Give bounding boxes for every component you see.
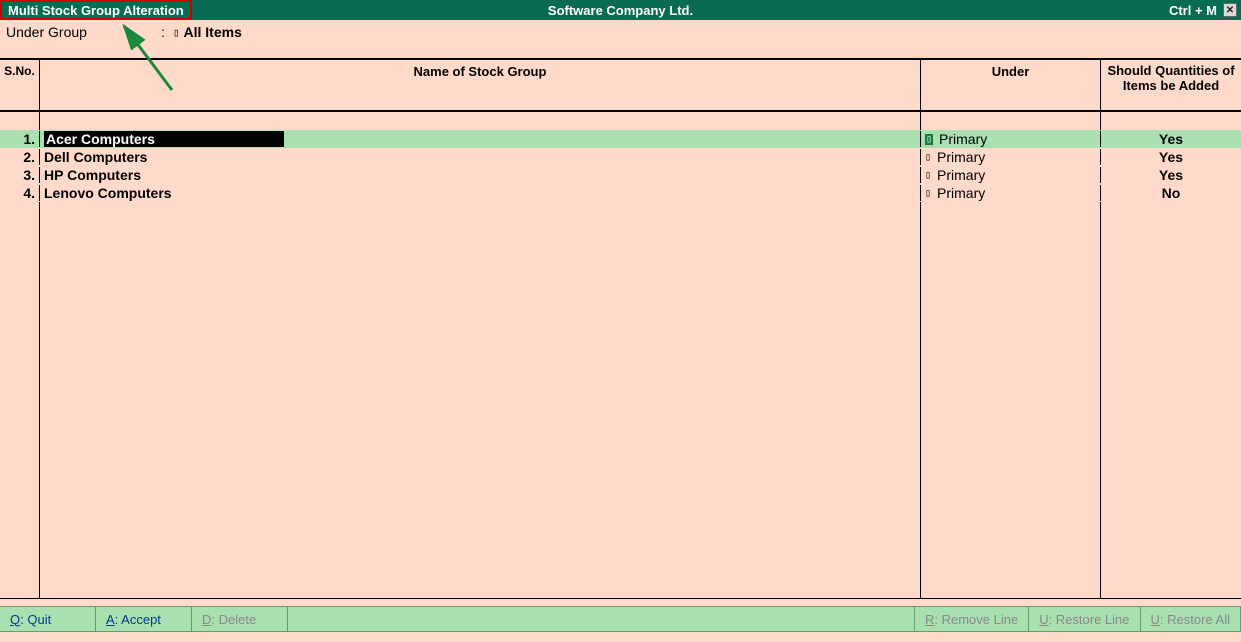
cell-under[interactable]: ▯Primary — [921, 185, 1101, 201]
quit-button[interactable]: Q: Quit — [0, 607, 96, 631]
table-row[interactable]: 3.HP Computers▯PrimaryYes — [0, 166, 1241, 184]
close-icon[interactable]: ✕ — [1223, 3, 1237, 17]
table-row[interactable]: 2.Dell Computers▯PrimaryYes — [0, 148, 1241, 166]
cell-sno: 1. — [0, 131, 40, 147]
cell-name[interactable]: Lenovo Computers — [40, 185, 921, 201]
bottom-button-bar: Q: Quit A: Accept D: Delete R: Remove Li… — [0, 606, 1241, 632]
marker-icon: ▯ — [173, 26, 180, 39]
table-row[interactable]: 1.Acer Computers▯PrimaryYes — [0, 130, 1241, 148]
cell-qty[interactable]: Yes — [1101, 149, 1241, 165]
cell-under[interactable]: ▯Primary — [921, 149, 1101, 165]
cell-name[interactable]: Dell Computers — [40, 149, 921, 165]
table-body: 1.Acer Computers▯PrimaryYes2.Dell Comput… — [0, 112, 1241, 598]
cell-name[interactable]: HP Computers — [40, 167, 921, 183]
restore-all-button[interactable]: U: Restore All — [1141, 607, 1241, 631]
colon: : — [161, 24, 165, 40]
under-group-label: Under Group — [6, 24, 161, 40]
under-group-value[interactable]: All Items — [184, 24, 242, 40]
restore-line-button[interactable]: U: Restore Line — [1029, 607, 1140, 631]
title-bar: Multi Stock Group Alteration Software Co… — [0, 0, 1241, 20]
cell-sno: 3. — [0, 167, 40, 183]
under-group-bar: Under Group : ▯ All Items — [0, 20, 1241, 44]
cell-sno: 4. — [0, 185, 40, 201]
cell-qty[interactable]: No — [1101, 185, 1241, 201]
cell-under[interactable]: ▯Primary — [921, 131, 1101, 147]
cell-qty[interactable]: Yes — [1101, 131, 1241, 147]
accept-button[interactable]: A: Accept — [96, 607, 192, 631]
header-under: Under — [921, 60, 1101, 110]
cell-name[interactable]: Acer Computers — [40, 131, 921, 147]
cell-qty[interactable]: Yes — [1101, 167, 1241, 183]
cell-under[interactable]: ▯Primary — [921, 167, 1101, 183]
table-row[interactable]: 4.Lenovo Computers▯PrimaryNo — [0, 184, 1241, 202]
shortcut-hint: Ctrl + M — [1169, 3, 1217, 18]
delete-button[interactable]: D: Delete — [192, 607, 288, 631]
screen-title: Multi Stock Group Alteration — [0, 0, 192, 20]
header-qty: Should Quantities of Items be Added — [1101, 60, 1241, 110]
company-name: Software Company Ltd. — [548, 3, 693, 18]
table-header: S.No. Name of Stock Group Under Should Q… — [0, 58, 1241, 112]
header-name: Name of Stock Group — [40, 60, 921, 110]
remove-line-button[interactable]: R: Remove Line — [915, 607, 1029, 631]
cell-sno: 2. — [0, 149, 40, 165]
header-sno: S.No. — [0, 60, 40, 110]
